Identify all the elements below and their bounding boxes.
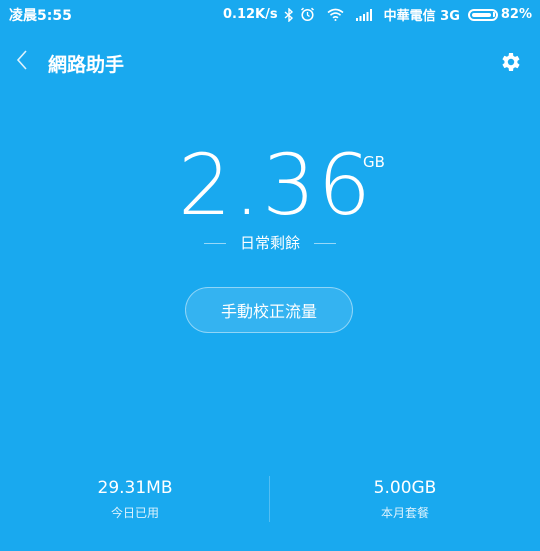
- status-bar: 凌晨5:55 0.12K/s 中華電信 3G 82%: [0, 0, 540, 28]
- monthly-plan-stat[interactable]: 5.00GB 本月套餐: [270, 470, 540, 521]
- remaining-data: 2.36 GB: [0, 140, 540, 230]
- screen: 凌晨5:55 0.12K/s 中華電信 3G 82% 網路助手 2.36 GB …: [0, 0, 540, 551]
- wifi-icon: [327, 8, 344, 21]
- monthly-plan-value: 5.00GB: [373, 478, 437, 498]
- status-time: 凌晨5:55: [9, 8, 72, 24]
- remaining-label: 日常剩餘: [239, 234, 300, 252]
- divider-right: [314, 243, 336, 244]
- settings-button[interactable]: [496, 50, 524, 78]
- alarm-icon: [300, 7, 315, 22]
- battery-icon: [467, 8, 498, 21]
- status-right: 0.12K/s 中華電信 3G 82%: [223, 5, 532, 24]
- remaining-label-row: 日常剩餘: [0, 232, 540, 253]
- header: 網路助手: [0, 40, 540, 88]
- bluetooth-icon: [284, 7, 294, 22]
- divider-left: [203, 243, 226, 244]
- battery-percent: 82%: [500, 7, 532, 22]
- net-speed: 0.12K/s: [222, 7, 278, 22]
- today-used-label: 今日已用: [110, 506, 159, 520]
- today-used-stat[interactable]: 29.31MB 今日已用: [0, 470, 270, 521]
- stats-panel: 29.31MB 今日已用 5.00GB 本月套餐: [0, 470, 540, 530]
- monthly-plan-label: 本月套餐: [380, 506, 429, 520]
- carrier-label: 中華電信 3G: [383, 9, 460, 24]
- remaining-unit: GB: [363, 153, 385, 171]
- back-button[interactable]: [10, 50, 34, 74]
- remaining-value: 2.36: [178, 136, 374, 234]
- gear-icon: [498, 50, 522, 78]
- chevron-left-icon: [15, 49, 29, 75]
- page-title: 網路助手: [48, 54, 125, 76]
- signal-icon: [355, 8, 374, 21]
- today-used-value: 29.31MB: [97, 478, 173, 498]
- calibrate-traffic-button[interactable]: 手動校正流量: [185, 287, 353, 333]
